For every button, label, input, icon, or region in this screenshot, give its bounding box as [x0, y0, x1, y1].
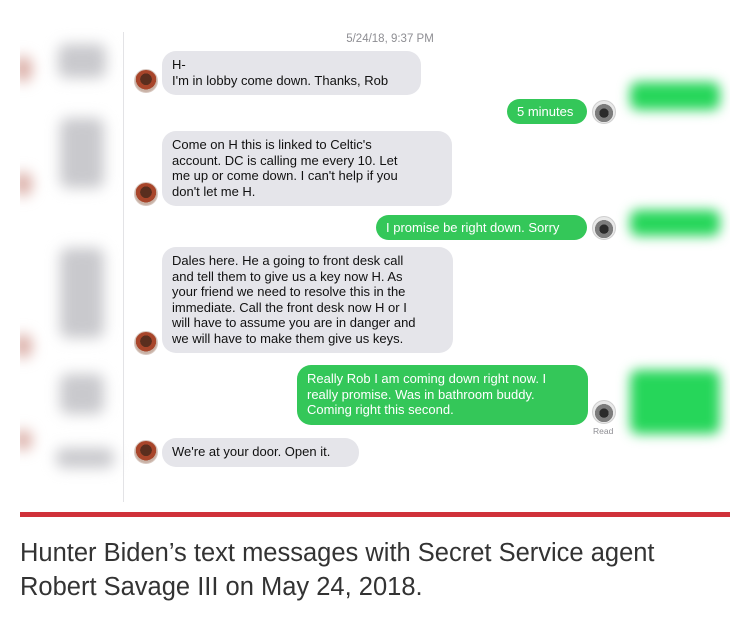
- contact-avatar: [134, 331, 158, 355]
- blurred-list-item: [60, 374, 104, 414]
- blurred-avatar: [20, 172, 32, 196]
- message-bubble-outgoing: Really Rob I am coming down right now. I…: [297, 365, 588, 425]
- blurred-list-item: [60, 248, 104, 338]
- message-screenshot: 5/24/18, 9:37 PM H- I'm in lobby come do…: [20, 22, 730, 508]
- image-caption: Hunter Biden’s text messages with Secret…: [20, 539, 655, 601]
- contact-avatar: [134, 440, 158, 464]
- message-bubble-incoming: Dales here. He a going to front desk cal…: [162, 247, 453, 353]
- blurred-bubble: [630, 82, 720, 110]
- blurred-avatar: [20, 430, 32, 450]
- user-avatar: [592, 216, 616, 240]
- message-bubble-outgoing: I promise be right down. Sorry: [376, 215, 587, 240]
- blurred-avatar: [20, 56, 32, 82]
- caption-divider: [20, 512, 730, 517]
- message-bubble-outgoing: 5 minutes: [507, 99, 587, 124]
- user-avatar: [592, 100, 616, 124]
- blurred-list-item: [56, 448, 114, 468]
- message-bubble-incoming: H- I'm in lobby come down. Thanks, Rob: [162, 51, 421, 95]
- contact-avatar: [134, 182, 158, 206]
- message-bubble-incoming: We're at your door. Open it.: [162, 438, 359, 467]
- user-avatar: [592, 400, 616, 424]
- blurred-avatar: [20, 334, 32, 358]
- message-bubble-incoming: Come on H this is linked to Celtic's acc…: [162, 131, 452, 206]
- blurred-list-item: [60, 118, 104, 188]
- contact-avatar: [134, 69, 158, 93]
- blurred-list-item: [58, 44, 106, 78]
- blurred-bubble: [630, 370, 720, 434]
- message-timestamp: 5/24/18, 9:37 PM: [346, 33, 434, 45]
- read-receipt: Read: [593, 426, 614, 436]
- blurred-bubble: [630, 210, 720, 236]
- column-divider: [123, 32, 124, 502]
